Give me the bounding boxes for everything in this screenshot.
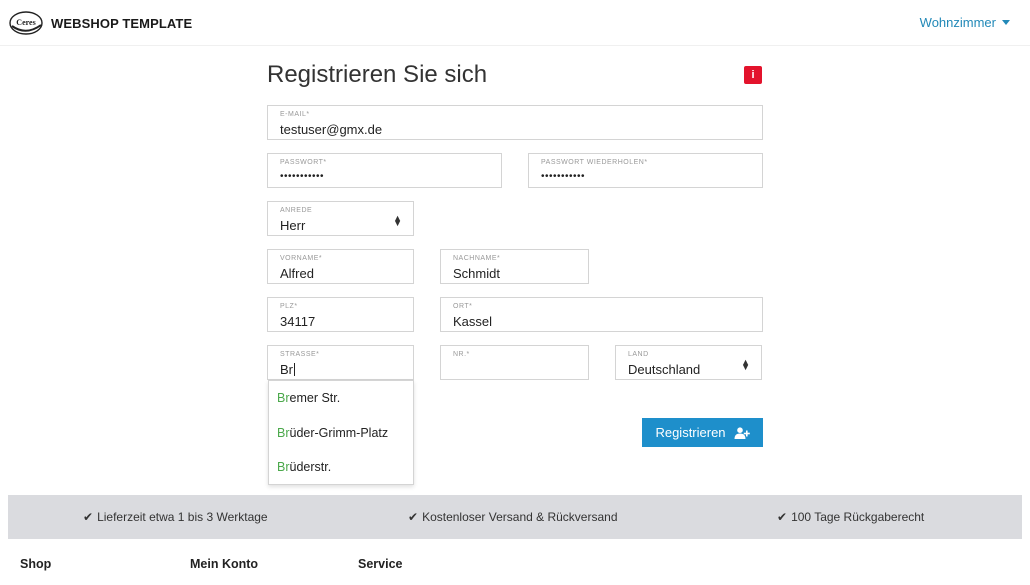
zip-value: 34117: [280, 314, 316, 329]
suggestion-match: Br: [277, 391, 290, 405]
password-label: PASSWORT*: [280, 159, 327, 166]
select-arrows-icon: ▲ ▼: [741, 357, 750, 372]
feature-text: Lieferzeit etwa 1 bis 3 Werktage: [97, 510, 268, 524]
check-icon: ✔: [83, 510, 94, 524]
password-repeat-value: •••••••••••: [541, 171, 586, 182]
city-label: ORT*: [453, 303, 473, 310]
email-label: E-MAIL*: [280, 111, 310, 118]
zip-label: PLZ*: [280, 303, 298, 310]
password-value: •••••••••••: [280, 171, 325, 182]
salutation-value: Herr: [280, 218, 306, 233]
category-dropdown-label: Wohnzimmer: [919, 15, 996, 30]
category-dropdown[interactable]: Wohnzimmer: [920, 15, 1010, 30]
country-select[interactable]: LAND Deutschland ▲ ▼: [615, 345, 762, 380]
email-value: testuser@gmx.de: [280, 122, 383, 137]
suggestion-item[interactable]: Bremer Str.: [277, 391, 340, 405]
street-suggestions: Bremer Str. Brüder-Grimm-Platz Brüderstr…: [268, 380, 414, 485]
suggestion-match: Br: [277, 426, 290, 440]
password-field[interactable]: PASSWORT* •••••••••••: [267, 153, 502, 188]
check-icon: ✔: [777, 510, 788, 524]
footer-shop-heading: Shop: [20, 557, 52, 571]
salutation-select[interactable]: ANREDE Herr ▲ ▼: [267, 201, 414, 236]
city-value: Kassel: [453, 314, 493, 329]
password-repeat-field[interactable]: PASSWORT WIEDERHOLEN* •••••••••••: [528, 153, 763, 188]
register-button-label: Registrieren: [655, 425, 726, 440]
street-field[interactable]: STRASSE* Br: [267, 345, 414, 380]
footer-account-heading: Mein Konto: [190, 557, 259, 571]
firstname-label: VORNAME*: [280, 255, 323, 262]
password-repeat-label: PASSWORT WIEDERHOLEN*: [541, 159, 648, 166]
city-field[interactable]: ORT* Kassel: [440, 297, 763, 332]
features-bar: ✔ Lieferzeit etwa 1 bis 3 Werktage ✔ Kos…: [8, 495, 1022, 539]
text-cursor: [294, 363, 295, 376]
caret-down-icon: [1002, 20, 1010, 25]
add-user-icon: [734, 426, 750, 439]
check-icon: ✔: [408, 510, 419, 524]
suggestion-match: Br: [277, 460, 290, 474]
feature-text: Kostenloser Versand & Rückversand: [422, 510, 618, 524]
header: Ceres WEBSHOP TEMPLATE Wohnzimmer: [0, 0, 1030, 46]
firstname-value: Alfred: [280, 266, 314, 281]
register-button[interactable]: Registrieren: [642, 418, 763, 447]
suggestion-item[interactable]: Brüder-Grimm-Platz: [277, 426, 388, 440]
zip-field[interactable]: PLZ* 34117: [267, 297, 414, 332]
country-label: LAND: [628, 351, 649, 358]
lastname-value: Schmidt: [453, 266, 500, 281]
info-icon[interactable]: i: [744, 66, 762, 84]
ceres-logo[interactable]: Ceres: [8, 10, 44, 36]
house-number-field[interactable]: NR.*: [440, 345, 589, 380]
street-value: Br: [280, 362, 295, 377]
lastname-label: NACHNAME*: [453, 255, 501, 262]
suggestion-item[interactable]: Brüderstr.: [277, 460, 331, 474]
feature-item: ✔ 100 Tage Rückgaberecht: [777, 510, 924, 524]
lastname-field[interactable]: NACHNAME* Schmidt: [440, 249, 589, 284]
feature-item: ✔ Lieferzeit etwa 1 bis 3 Werktage: [83, 510, 268, 524]
house-number-label: NR.*: [453, 351, 470, 358]
page-title: Registrieren Sie sich: [267, 61, 488, 88]
suggestion-rest: üderstr.: [289, 460, 332, 474]
logo-text: Ceres: [16, 18, 35, 27]
country-value: Deutschland: [628, 362, 701, 377]
footer-service-heading: Service: [358, 557, 403, 571]
feature-text: 100 Tage Rückgaberecht: [791, 510, 925, 524]
brand-name[interactable]: WEBSHOP TEMPLATE: [51, 16, 192, 31]
firstname-field[interactable]: VORNAME* Alfred: [267, 249, 414, 284]
select-arrows-icon: ▲ ▼: [393, 213, 402, 228]
suggestion-rest: emer Str.: [289, 391, 341, 405]
email-field[interactable]: E-MAIL* testuser@gmx.de: [267, 105, 763, 140]
street-label: STRASSE*: [280, 351, 320, 358]
salutation-label: ANREDE: [280, 207, 313, 214]
suggestion-rest: üder-Grimm-Platz: [289, 426, 389, 440]
street-value-text: Br: [280, 362, 293, 377]
feature-item: ✔ Kostenloser Versand & Rückversand: [408, 510, 618, 524]
